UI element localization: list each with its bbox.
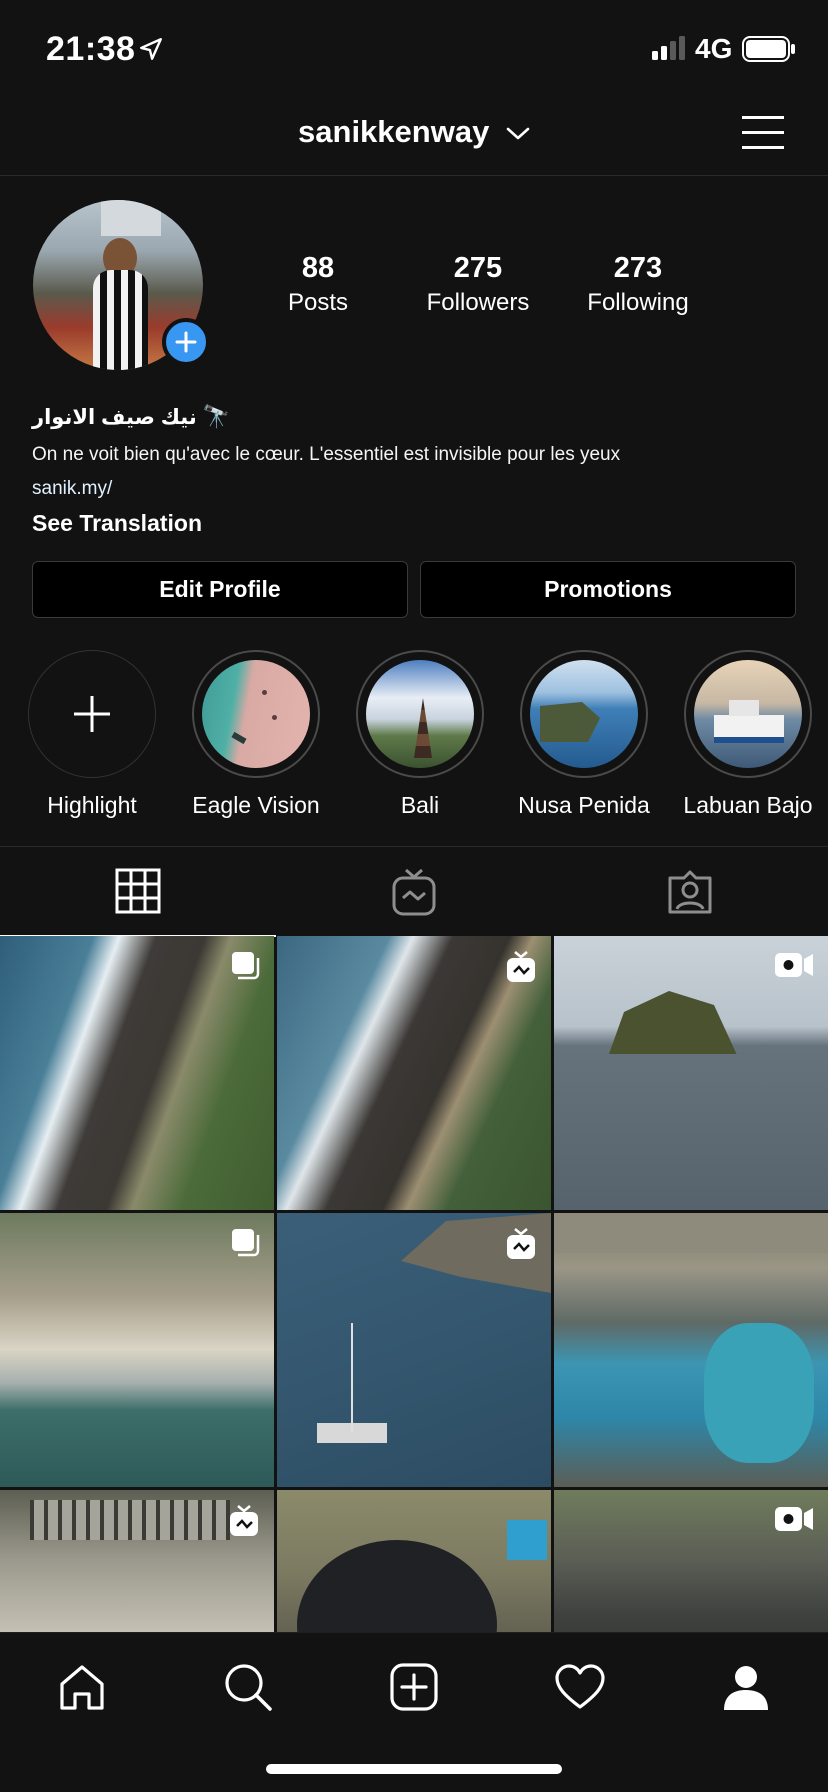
highlight-label: Labuan Bajo (683, 792, 813, 818)
search-icon (225, 1664, 272, 1711)
carousel-icon (232, 1229, 260, 1257)
tagged-person-icon (668, 870, 712, 914)
highlight-label: Highlight (47, 792, 137, 818)
status-time: 21:38 (46, 30, 136, 68)
post-thumbnail[interactable] (0, 936, 274, 1210)
igtv-icon (507, 1228, 535, 1259)
nav-activity[interactable] (550, 1657, 610, 1717)
post-thumbnail[interactable] (0, 1213, 274, 1487)
stat-followers[interactable]: 275 Followers (408, 252, 548, 317)
post-thumbnail[interactable] (554, 1213, 828, 1487)
profile-tab-bar (0, 846, 828, 937)
home-icon (60, 1665, 104, 1710)
highlight-cover (366, 660, 474, 768)
stat-posts[interactable]: 88 Posts (248, 252, 388, 317)
telescope-icon: 🔭 (202, 404, 230, 429)
promotions-button[interactable]: Promotions (420, 561, 796, 618)
home-indicator (266, 1764, 562, 1774)
nav-home[interactable] (52, 1657, 112, 1717)
highlight-eagle-vision[interactable]: Eagle Vision (174, 650, 338, 819)
nav-profile[interactable] (716, 1657, 776, 1717)
chevron-down-icon (506, 127, 530, 140)
location-arrow-icon (140, 38, 162, 60)
stat-value: 273 (613, 252, 663, 284)
igtv-icon (392, 868, 436, 916)
video-icon (775, 1507, 813, 1531)
username: sanikkenway (298, 114, 490, 149)
add-story-button[interactable] (162, 318, 210, 366)
highlight-label: Nusa Penida (518, 792, 650, 818)
bio-link[interactable]: sanik.my/ (32, 478, 812, 500)
signal-icon (652, 36, 685, 60)
tab-tagged[interactable] (552, 847, 828, 937)
highlight-new[interactable]: Highlight (10, 650, 174, 819)
stat-label: Following (587, 289, 689, 316)
network-label: 4G (695, 33, 733, 64)
heart-icon (555, 1664, 605, 1709)
highlight-nusa-penida[interactable]: Nusa Penida (502, 650, 666, 819)
stat-following[interactable]: 273 Following (568, 252, 708, 317)
nav-search[interactable] (218, 1657, 278, 1717)
bottom-nav (0, 1632, 828, 1792)
edit-profile-button[interactable]: Edit Profile (32, 561, 408, 618)
nav-new-post[interactable] (384, 1657, 444, 1717)
highlight-bali[interactable]: Bali (338, 650, 502, 819)
plus-icon (175, 331, 197, 353)
post-thumbnail[interactable] (554, 936, 828, 1210)
profile-icon (724, 1666, 768, 1710)
tab-igtv[interactable] (276, 847, 552, 937)
tab-grid[interactable] (0, 847, 276, 937)
highlight-label: Eagle Vision (192, 792, 320, 818)
stat-label: Followers (426, 289, 530, 316)
igtv-icon (507, 951, 535, 982)
video-icon (775, 953, 813, 977)
stat-label: Posts (287, 289, 349, 316)
status-bar: 21:38 4G (0, 0, 828, 100)
battery-icon (742, 36, 795, 62)
plus-icon (74, 696, 110, 732)
post-thumbnail[interactable] (277, 936, 551, 1210)
grid-icon (115, 868, 161, 914)
post-thumbnail[interactable] (277, 1213, 551, 1487)
hamburger-menu-icon[interactable] (742, 114, 784, 150)
stat-value: 275 (453, 252, 503, 284)
bio-text: On ne voit bien qu'avec le cœur. L'essen… (32, 444, 621, 465)
see-translation-link[interactable]: See Translation (32, 510, 812, 537)
stat-value: 88 (301, 252, 335, 284)
bio-name: نيك صيف الانوار (32, 406, 197, 429)
top-nav: sanikkenway (0, 100, 828, 176)
highlight-label: Bali (400, 792, 440, 818)
bio: 🔭 نيك صيف الانوار On ne voit bien qu'ave… (32, 404, 812, 537)
highlight-labuan-bajo[interactable]: Labuan Bajo (666, 650, 828, 819)
carousel-icon (232, 952, 260, 980)
highlight-cover (530, 660, 638, 768)
igtv-icon (230, 1505, 258, 1536)
add-post-icon (390, 1663, 438, 1711)
account-switcher[interactable]: sanikkenway (0, 114, 828, 150)
highlight-cover (202, 660, 310, 768)
highlight-cover (694, 660, 802, 768)
